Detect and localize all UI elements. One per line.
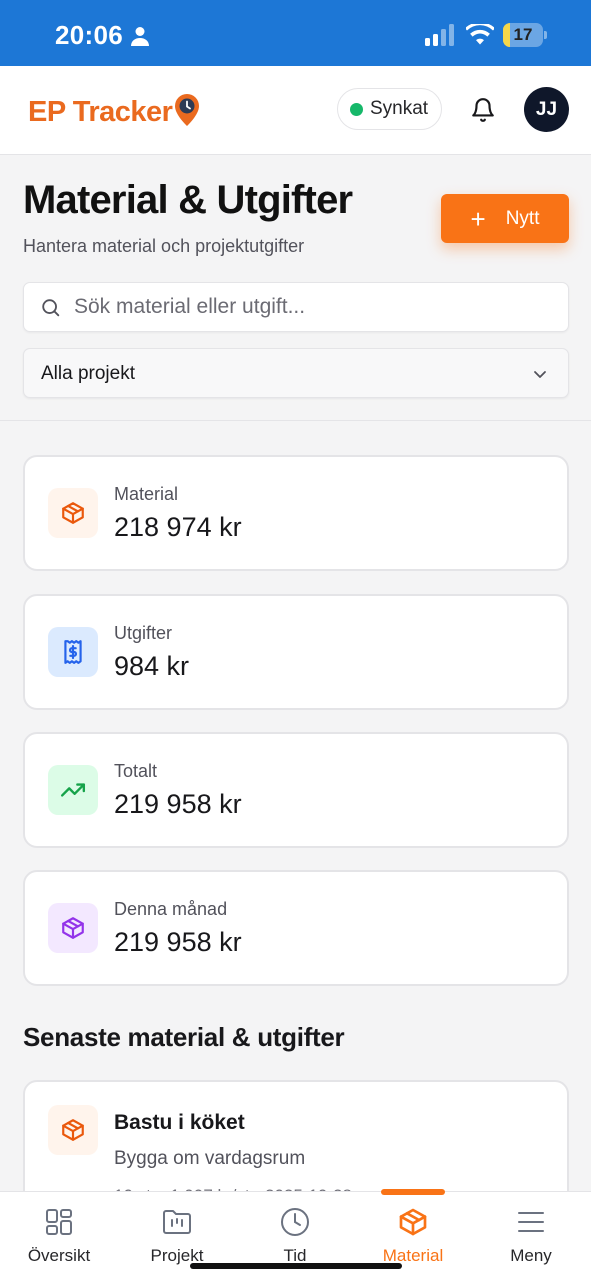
logo-text: EP Tracker (28, 95, 173, 128)
app-header: EP Tracker Synkat JJ (0, 66, 591, 155)
home-indicator (190, 1263, 402, 1269)
project-filter-value: Alla projekt (41, 363, 135, 384)
search-icon (42, 299, 60, 317)
wifi-icon (466, 24, 494, 45)
package-icon (62, 917, 84, 939)
battery-indicator: 17 (503, 23, 547, 47)
clock-icon (281, 1208, 309, 1236)
stat-value: 218 974 kr (114, 512, 242, 542)
page-title: Material & Utgifter (23, 178, 353, 222)
nav-item-meny[interactable]: Meny (472, 1192, 590, 1280)
person-icon (131, 27, 149, 46)
folder-icon (163, 1210, 191, 1234)
sync-status-badge[interactable]: Synkat (337, 88, 442, 130)
trending-up-icon (60, 783, 86, 797)
sync-label: Synkat (370, 98, 429, 119)
stat-card-totalt: Totalt 219 958 kr (23, 732, 569, 848)
cellular-signal-icon (425, 24, 454, 46)
recent-icon-box (48, 1105, 98, 1155)
stat-icon-box (48, 765, 98, 815)
new-button-label: Nytt (505, 207, 540, 229)
new-item-button[interactable]: + Nytt (441, 194, 569, 243)
app-logo[interactable]: EP Tracker (28, 92, 201, 132)
stat-label: Totalt (114, 761, 158, 781)
search-input[interactable] (74, 283, 554, 331)
page-subtitle: Hantera material och projektutgifter (23, 236, 305, 256)
nav-item-oversikt[interactable]: Översikt (0, 1192, 118, 1280)
stat-value: 984 kr (114, 651, 190, 681)
project-filter-select[interactable]: Alla projekt (23, 348, 569, 398)
chevron-down-icon (534, 371, 546, 378)
stat-label: Utgifter (114, 623, 173, 643)
grid-icon (46, 1209, 72, 1235)
package-icon (62, 502, 84, 524)
stat-card-utgifter: Utgifter 984 kr (23, 594, 569, 710)
plus-icon: + (470, 203, 486, 234)
menu-icon (518, 1212, 544, 1232)
status-time: 20:06 (55, 20, 123, 50)
avatar[interactable]: JJ (524, 87, 569, 132)
recent-item-title: Bastu i köket (114, 1111, 245, 1134)
stat-icon-box (48, 627, 98, 677)
recent-item-subtitle: Bygga om vardagsrum (114, 1148, 306, 1169)
status-bar: 20:06 17 (0, 0, 591, 66)
bell-icon[interactable] (470, 97, 496, 123)
section-title: Senaste material & utgifter (23, 1022, 345, 1052)
battery-percentage: 17 (513, 25, 533, 44)
nav-label: Översikt (27, 1246, 91, 1265)
stat-label: Denna månad (114, 899, 228, 919)
stat-icon-box (48, 903, 98, 953)
nav-label: Meny (510, 1246, 552, 1265)
sync-status-dot (350, 102, 363, 116)
stat-label: Material (114, 484, 179, 504)
location-clock-icon (175, 94, 200, 126)
receipt-icon (64, 640, 82, 664)
stat-value: 219 958 kr (114, 927, 242, 957)
stat-card-material: Material 218 974 kr (23, 455, 569, 571)
package-icon (399, 1208, 427, 1236)
stat-icon-box (48, 488, 98, 538)
package-icon (62, 1119, 84, 1141)
stat-card-denna-manad: Denna månad 219 958 kr (23, 870, 569, 986)
search-box[interactable] (23, 282, 569, 332)
divider (0, 420, 591, 421)
active-tab-indicator (381, 1189, 445, 1195)
stat-value: 219 958 kr (114, 789, 242, 819)
